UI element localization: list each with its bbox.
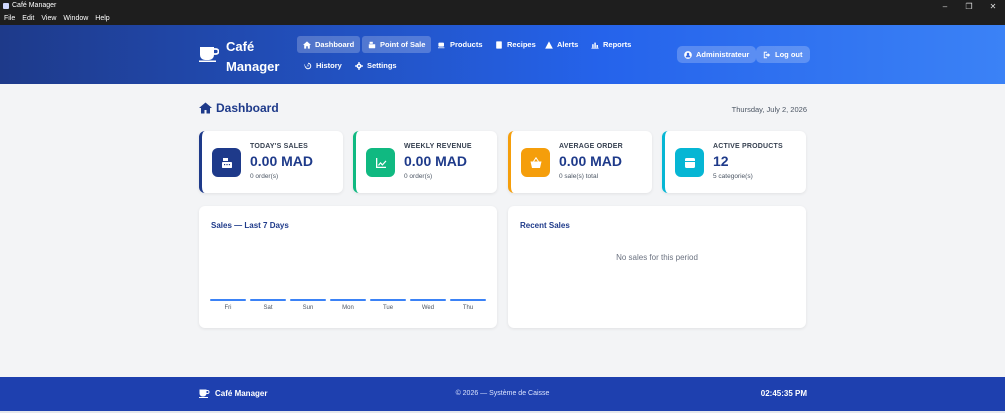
empty-state-message: No sales for this period: [616, 253, 698, 262]
nav-dashboard[interactable]: Dashboard: [297, 36, 361, 53]
nav-reports-label: Reports: [603, 40, 632, 49]
window-titlebar: Café Manager – ❐ ✕: [0, 0, 1005, 12]
maximize-icon[interactable]: ❐: [957, 0, 981, 12]
stat-card-todays-sales: TODAY'S SALES 0.00 MAD 0 order(s): [199, 131, 343, 193]
coffee-cup-icon: [199, 47, 219, 62]
nav-reports[interactable]: Reports: [585, 36, 637, 53]
stat-label: AVERAGE ORDER: [559, 143, 623, 150]
menu-help[interactable]: Help: [95, 15, 109, 22]
chart-x-tick-label: Sun: [302, 305, 314, 311]
nav-recipes-label: Recipes: [507, 40, 536, 49]
stat-card-average-order: AVERAGE ORDER 0.00 MAD 0 sale(s) total: [508, 131, 652, 193]
chart-bar: [410, 299, 446, 301]
history-icon: [304, 62, 312, 69]
nav-point-of-sale[interactable]: Point of Sale: [362, 36, 432, 53]
user-circle-icon: [684, 50, 692, 59]
brand-line-1: Café: [226, 39, 255, 54]
brand[interactable]: Café Manager: [199, 37, 286, 77]
user-badge[interactable]: Administrateur: [677, 46, 757, 63]
window-controls: – ❐ ✕: [933, 0, 1005, 12]
nav-settings[interactable]: Settings: [349, 57, 403, 74]
logout-button[interactable]: Log out: [756, 46, 810, 63]
brand-line-2: Manager: [226, 59, 280, 74]
chart-bar: [250, 299, 286, 301]
warning-icon: [545, 40, 553, 49]
nav-products[interactable]: Products: [432, 36, 489, 53]
chart-bar: [210, 299, 246, 301]
chart-line-icon: [366, 148, 395, 177]
stat-subtext: 0 order(s): [250, 173, 279, 180]
chart-x-tick-label: Wed: [421, 305, 435, 311]
home-icon: [199, 102, 212, 114]
stat-subtext: 0 order(s): [404, 173, 433, 180]
nav-alerts-label: Alerts: [557, 40, 579, 49]
cash-register-icon: [212, 148, 241, 177]
user-role-label: Administrateur: [696, 50, 750, 59]
stat-card-weekly-revenue: WEEKLY REVENUE 0.00 MAD 0 order(s): [353, 131, 497, 193]
chart-x-tick-label: Thu: [462, 305, 474, 311]
app-header: Café Manager Dashboard Point of Sale Pro…: [0, 25, 1005, 84]
nav-pos-label: Point of Sale: [380, 40, 426, 49]
app-footer: Café Manager © 2026 — Système de Caisse …: [0, 377, 1005, 411]
chart-bar: [450, 299, 486, 301]
chart-bar: [330, 299, 366, 301]
close-icon[interactable]: ✕: [981, 0, 1005, 12]
stat-label: TODAY'S SALES: [250, 143, 308, 150]
cash-register-icon: [368, 41, 376, 48]
nav-recipes[interactable]: Recipes: [489, 36, 542, 53]
bar-chart-icon: [591, 42, 599, 49]
stat-label: ACTIVE PRODUCTS: [713, 143, 783, 150]
nav-history[interactable]: History: [298, 57, 348, 74]
nav-alerts[interactable]: Alerts: [539, 36, 584, 53]
home-icon: [303, 40, 311, 49]
window-title: Café Manager: [12, 2, 57, 9]
stat-value: 0.00 MAD: [404, 153, 468, 169]
stat-subtext: 0 sale(s) total: [559, 173, 599, 180]
nav-settings-label: Settings: [367, 61, 397, 70]
chart-x-tick-label: Sat: [263, 305, 273, 311]
chart-bar: [290, 299, 326, 301]
stat-value: 12: [713, 153, 729, 169]
recent-sales-title: Recent Sales: [520, 221, 570, 230]
nav-history-label: History: [316, 61, 342, 70]
chart-x-tick-label: Tue: [382, 305, 394, 311]
book-icon: [496, 40, 502, 49]
footer-clock: 02:45:35 PM: [760, 389, 807, 398]
nav-dashboard-label: Dashboard: [315, 40, 355, 49]
logout-label: Log out: [775, 50, 803, 59]
menu-window[interactable]: Window: [63, 15, 88, 22]
nav-products-label: Products: [450, 40, 483, 49]
stat-subtext: 5 categorie(s): [713, 173, 753, 180]
chart-x-tick-label: Fri: [224, 305, 232, 311]
footer-copyright: © 2026 — Système de Caisse: [455, 390, 550, 397]
menu-file[interactable]: File: [4, 15, 15, 22]
menu-edit[interactable]: Edit: [22, 15, 34, 22]
recent-sales-panel: Recent Sales No sales for this period: [508, 206, 806, 328]
page-title: Dashboard: [199, 101, 279, 115]
box-icon: [675, 148, 704, 177]
chart-x-tick-label: Mon: [342, 305, 354, 311]
gear-icon: [355, 61, 363, 70]
logout-icon: [763, 51, 771, 58]
stat-value: 0.00 MAD: [250, 153, 314, 169]
mug-icon: [438, 42, 445, 48]
sales-chart-panel: Sales — Last 7 Days Fri Sat Sun Mon Tue Wed Th…: [199, 206, 497, 328]
chart-bar: [370, 299, 406, 301]
current-date: Thursday, July 2, 2026: [731, 105, 807, 114]
menu-bar: File Edit View Window Help: [0, 12, 1005, 25]
menu-view[interactable]: View: [41, 15, 56, 22]
minimize-icon[interactable]: –: [933, 0, 957, 12]
sales-chart-title: Sales — Last 7 Days: [211, 221, 289, 230]
basket-icon: [521, 148, 550, 177]
page-title-text: Dashboard: [216, 101, 279, 115]
stat-value: 0.00 MAD: [559, 153, 623, 169]
stat-label: WEEKLY REVENUE: [404, 143, 472, 150]
app-icon: [3, 3, 9, 9]
stat-card-active-products: ACTIVE PRODUCTS 12 5 categorie(s): [662, 131, 806, 193]
